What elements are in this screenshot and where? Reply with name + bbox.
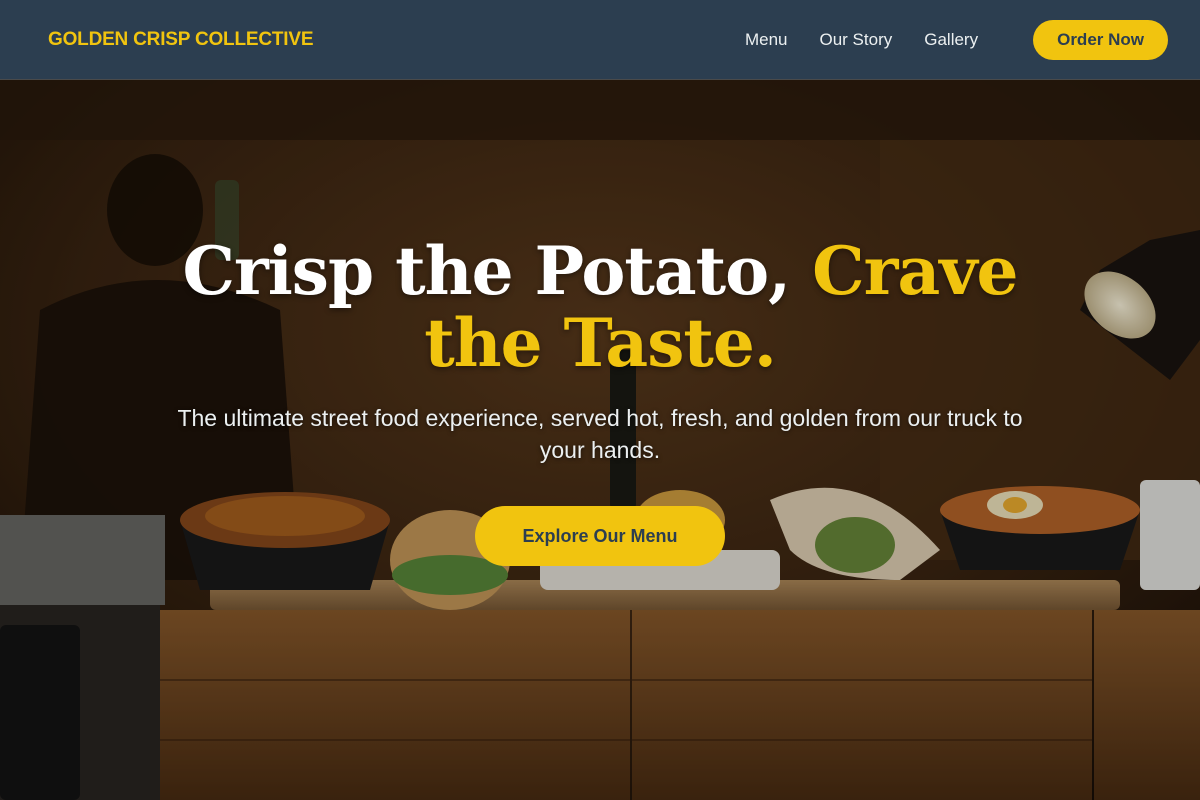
top-navbar: GOLDEN CRISP COLLECTIVE Menu Our Story G… [0, 0, 1200, 80]
nav-links: Menu Our Story Gallery Order Now [713, 19, 1168, 60]
nav-link-our-story[interactable]: Our Story [819, 30, 892, 50]
hero-headline-white: Crisp the Potato, [182, 232, 813, 310]
explore-menu-button[interactable]: Explore Our Menu [475, 506, 725, 566]
hero-headline: Crisp the Potato, Crave the Taste. [150, 235, 1050, 379]
nav-link-gallery[interactable]: Gallery [924, 30, 978, 50]
brand-logo[interactable]: GOLDEN CRISP COLLECTIVE [48, 29, 313, 51]
nav-link-menu[interactable]: Menu [745, 30, 788, 50]
order-now-button[interactable]: Order Now [1033, 19, 1168, 60]
hero-subtext: The ultimate street food experience, ser… [177, 405, 1023, 463]
